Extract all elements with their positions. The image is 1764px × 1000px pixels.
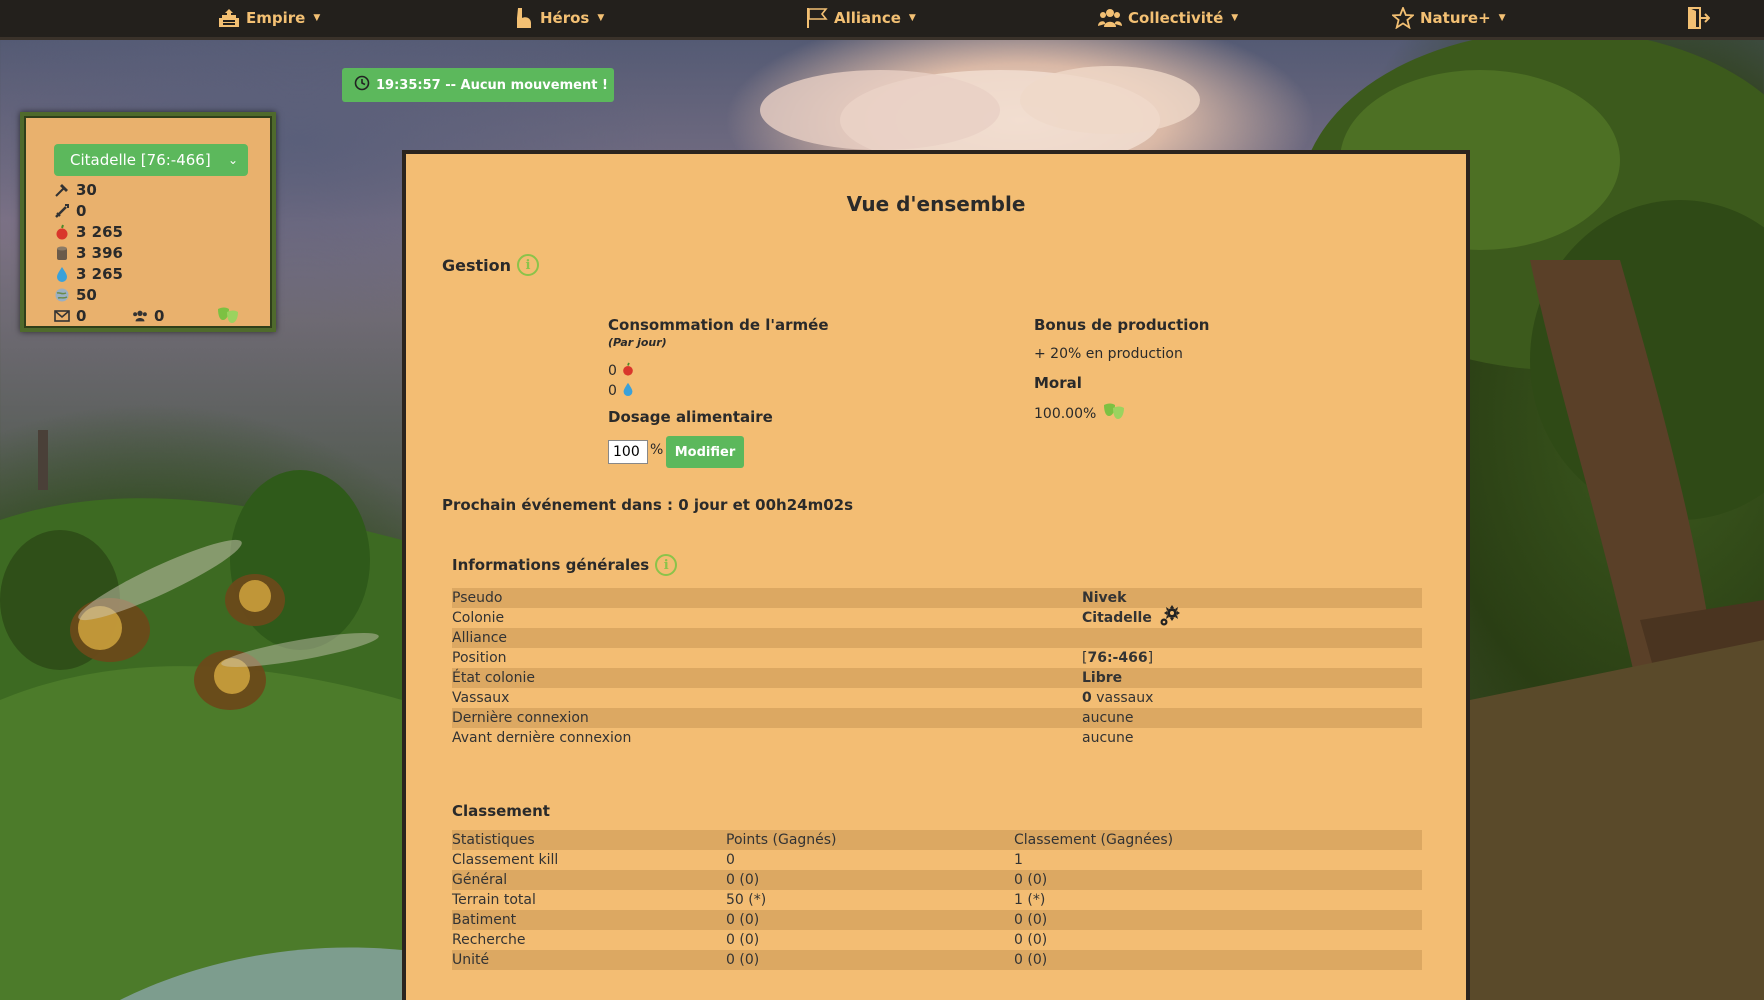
- resource-soldiers: 0: [54, 201, 86, 221]
- envelope-icon: [54, 308, 70, 324]
- logout-icon: [1686, 6, 1710, 30]
- clock-icon: [354, 75, 370, 95]
- info-icon[interactable]: i: [655, 554, 678, 576]
- chevron-down-icon: ▼: [1498, 13, 1506, 23]
- group-icon: [1098, 8, 1122, 28]
- resource-messages[interactable]: 0: [54, 306, 86, 326]
- nav-nature-plus-label: Nature+: [1420, 9, 1491, 27]
- next-event: Prochain événement dans : 0 jour et 00h2…: [442, 496, 854, 514]
- flag-icon: [806, 7, 828, 29]
- table-row: Dernière connexion aucune: [452, 708, 1422, 728]
- nav-heros[interactable]: Héros ▼: [514, 0, 604, 36]
- chevron-down-icon: ▼: [313, 13, 321, 23]
- table-row: État colonie Libre: [452, 668, 1422, 688]
- table-row: Position [76:-466]: [452, 650, 1154, 666]
- info-heading: Informations générales i: [452, 554, 678, 576]
- empire-icon: [218, 8, 240, 28]
- users-icon: [132, 308, 148, 324]
- table-row: Batiment 0 (0) 0 (0): [452, 910, 1422, 930]
- apple-icon: [621, 362, 635, 380]
- table-header-row: Statistiques Points (Gagnés) Classement …: [452, 830, 1422, 850]
- chevron-down-icon: ▼: [908, 13, 916, 23]
- nav-empire[interactable]: Empire ▼: [218, 0, 320, 36]
- ranking-heading: Classement: [452, 802, 550, 820]
- resource-wood: 3 396: [54, 243, 123, 263]
- mood-masks-icon: [216, 306, 240, 326]
- moral-value: 100.00%: [1034, 402, 1126, 426]
- modify-button[interactable]: Modifier: [666, 436, 744, 468]
- resource-food: 3 265: [54, 222, 123, 242]
- table-row: Classement kill 0 1: [452, 852, 1023, 868]
- table-row: Vassaux 0 vassaux: [452, 690, 1154, 706]
- ranking-table: Statistiques Points (Gagnés) Classement …: [452, 830, 1422, 970]
- table-row: Colonie Citadelle: [452, 605, 1422, 628]
- water-drop-icon: [54, 266, 70, 282]
- resource-water: 3 265: [54, 264, 123, 284]
- dosage-unit: %: [650, 442, 664, 458]
- overview-panel: Vue d'ensemble Gestion i Consommation de…: [402, 150, 1470, 1000]
- chevron-down-icon: ▼: [597, 13, 605, 23]
- bonus-title: Bonus de production: [1034, 316, 1210, 334]
- moral-title: Moral: [1034, 374, 1082, 392]
- table-row: Alliance: [452, 628, 1422, 648]
- consumption-title: Consommation de l'armée: [608, 316, 829, 334]
- wood-stump-icon: [54, 245, 70, 261]
- info-icon[interactable]: i: [517, 254, 540, 276]
- table-row: Général 0 (0) 0 (0): [452, 870, 1422, 890]
- dosage-input[interactable]: [608, 440, 648, 464]
- globe-icon: [54, 287, 70, 303]
- consumption-subtitle: (Par jour): [608, 336, 667, 349]
- hammer-icon: [54, 182, 70, 198]
- colony-select-value: Citadelle [76:-466]: [70, 151, 211, 169]
- apple-icon: [54, 224, 70, 240]
- table-row: Pseudo Nivek: [452, 588, 1422, 608]
- consumption-water: 0: [608, 382, 635, 400]
- resource-members[interactable]: 0: [132, 306, 164, 326]
- timer-text: 19:35:57 -- Aucun mouvement !: [376, 77, 608, 93]
- sword-icon: [54, 203, 70, 219]
- dosage-title: Dosage alimentaire: [608, 408, 773, 426]
- resource-panel: Citadelle [76:-466] ⌄ 30 0 3 265 3 396 3…: [20, 112, 276, 332]
- movement-timer: 19:35:57 -- Aucun mouvement !: [342, 68, 614, 102]
- table-row: Avant dernière connexion aucune: [452, 730, 1134, 746]
- mood-masks-icon: [1102, 402, 1126, 426]
- nav-collectivite-label: Collectivité: [1128, 9, 1224, 27]
- nav-collectivite[interactable]: Collectivité ▼: [1098, 0, 1238, 36]
- colony-select[interactable]: Citadelle [76:-466] ⌄: [54, 144, 248, 176]
- nav-nature-plus[interactable]: Nature+ ▼: [1392, 0, 1506, 36]
- page-title: Vue d'ensemble: [846, 192, 1026, 216]
- bonus-text: + 20% en production: [1034, 346, 1183, 362]
- resource-workers: 30: [54, 180, 97, 200]
- water-drop-icon: [621, 382, 635, 400]
- nav-alliance-label: Alliance: [834, 9, 901, 27]
- nav-empire-label: Empire: [246, 9, 306, 27]
- nav-heros-label: Héros: [540, 9, 590, 27]
- logout-button[interactable]: [1686, 0, 1710, 36]
- chevron-down-icon: ▼: [1231, 13, 1239, 23]
- chevron-down-icon: ⌄: [227, 153, 238, 167]
- table-row: Recherche 0 (0) 0 (0): [452, 932, 1048, 948]
- top-nav-bar: Empire ▼ Héros ▼ Alliance ▼ Collectivité…: [0, 0, 1764, 40]
- resource-land: 50: [54, 285, 97, 305]
- star-icon: [1392, 7, 1414, 29]
- hero-arm-icon: [514, 6, 534, 30]
- gestion-heading: Gestion i: [442, 254, 540, 276]
- info-table: Pseudo Nivek Colonie Citadelle Alliance …: [452, 588, 1422, 748]
- nav-alliance[interactable]: Alliance ▼: [806, 0, 916, 36]
- consumption-food: 0: [608, 362, 635, 380]
- table-row: Terrain total 50 (*) 1 (*): [452, 892, 1046, 908]
- table-row: Unité 0 (0) 0 (0): [452, 950, 1422, 970]
